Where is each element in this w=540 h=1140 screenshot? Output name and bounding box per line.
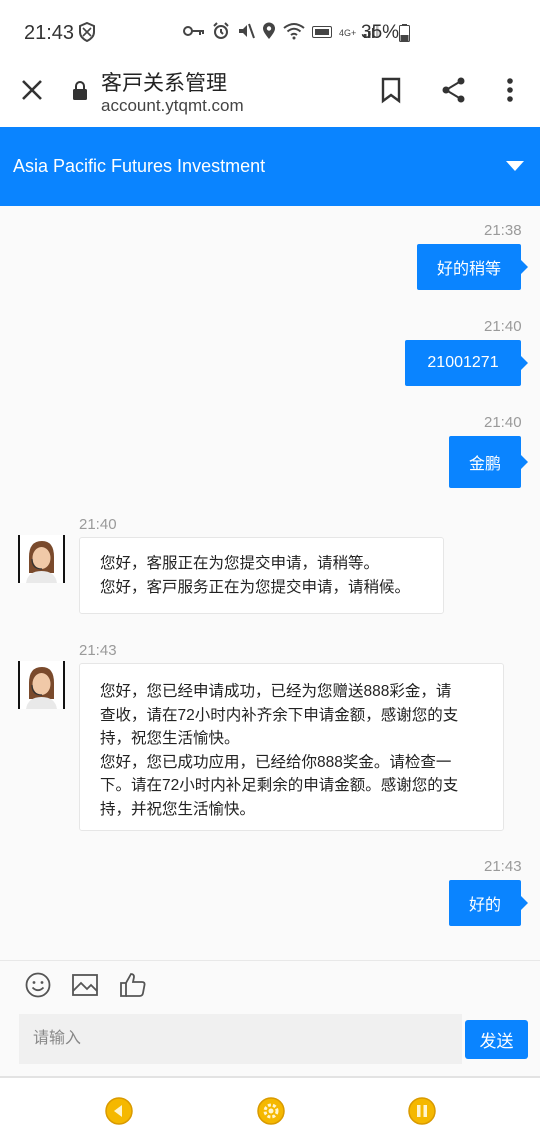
more-options-icon[interactable]: [500, 76, 520, 109]
battery-percent: 35%: [361, 22, 400, 43]
message-text: 金鹏: [468, 456, 501, 473]
message-time: 21:43: [79, 642, 117, 659]
message-bubble-incoming: 您好，客服正在为您提交申请，请稍等。 您好，客戸服务正在为您提交申请，请稍候。: [79, 537, 444, 614]
key-icon: [183, 24, 205, 43]
message-bubble-outgoing: 21001271: [405, 340, 528, 386]
page-title: 客戸关系管理: [101, 72, 227, 95]
browser-toolbar: 客戸关系管理 account.ytqmt.com: [0, 62, 540, 127]
message-bubble-incoming: 您好，您已经申请成功，已经为您赠送888彩金，请 查收，请在72小时内补齐余下申…: [79, 663, 504, 831]
message-time: 21:40: [484, 318, 522, 335]
message-text: 好的: [468, 897, 501, 914]
message-text: 好的稍等: [436, 261, 501, 278]
message-time: 21:43: [484, 858, 522, 875]
thumbs-up-icon[interactable]: [120, 972, 146, 1003]
share-icon[interactable]: [440, 76, 468, 109]
shield-icon: [78, 21, 96, 47]
emoji-icon[interactable]: [25, 972, 51, 1003]
message-bubble-outgoing: 金鹏: [449, 436, 528, 488]
message-line: 下。请在72小时内补足剩余的申请金额。感谢您的支: [100, 777, 459, 794]
message-line: 持，并祝您生活愉快。: [100, 800, 256, 818]
close-icon[interactable]: [18, 76, 46, 104]
settings-icon[interactable]: [257, 1097, 285, 1125]
bookmark-icon[interactable]: [378, 76, 404, 109]
alarm-icon: [212, 22, 230, 45]
back-icon[interactable]: [105, 1097, 133, 1125]
image-icon[interactable]: [72, 972, 98, 1003]
header-title: Asia Pacific Futures Investment: [13, 156, 266, 176]
status-icons: 4G+: [183, 22, 379, 45]
agent-avatar: [18, 535, 65, 583]
status-bar: 21:43 4G+ 35%: [0, 0, 540, 62]
message-line: 持，祝您生活愉快。: [100, 730, 240, 747]
pause-icon[interactable]: [408, 1097, 436, 1125]
message-input[interactable]: [19, 1014, 462, 1064]
status-time: 21:43: [24, 22, 75, 44]
message-text: 21001271: [427, 354, 499, 371]
message-time: 21:38: [484, 222, 522, 239]
page-url[interactable]: account.ytqmt.com: [101, 96, 244, 116]
message-time: 21:40: [484, 414, 522, 431]
send-button-label: 发送: [479, 1032, 514, 1051]
wifi-icon: [283, 22, 305, 45]
message-bubble-outgoing: 好的: [449, 880, 528, 926]
battery-icon: [399, 24, 410, 47]
send-button[interactable]: 发送: [465, 1020, 528, 1059]
message-line: 您好，您已成功应用，已经给你888奖金。请检查一: [100, 753, 452, 771]
agent-avatar: [18, 661, 65, 709]
message-time: 21:40: [79, 516, 117, 533]
chat-header[interactable]: Asia Pacific Futures Investment: [0, 127, 540, 206]
chevron-down-icon[interactable]: [506, 161, 524, 171]
lock-icon: [72, 80, 88, 105]
message-bubble-outgoing: 好的稍等: [417, 244, 528, 290]
location-icon: [262, 22, 276, 45]
message-line: 查收，请在72小时内补齐余下申请金额，感谢您的支: [100, 706, 459, 724]
message-line: 您好，您已经申请成功，已经为您赠送888彩金，请: [100, 683, 452, 700]
composer-divider: [0, 960, 540, 961]
network-label: 4G+: [339, 28, 357, 38]
message-line: 您好，客戸服务正在为您提交申请，请稍候。: [100, 578, 411, 596]
volte-icon: [312, 25, 332, 43]
message-line: 您好，客服正在为您提交申请，请稍等。: [100, 555, 380, 572]
bottom-navigation: [0, 1076, 540, 1140]
mute-icon: [237, 22, 255, 45]
